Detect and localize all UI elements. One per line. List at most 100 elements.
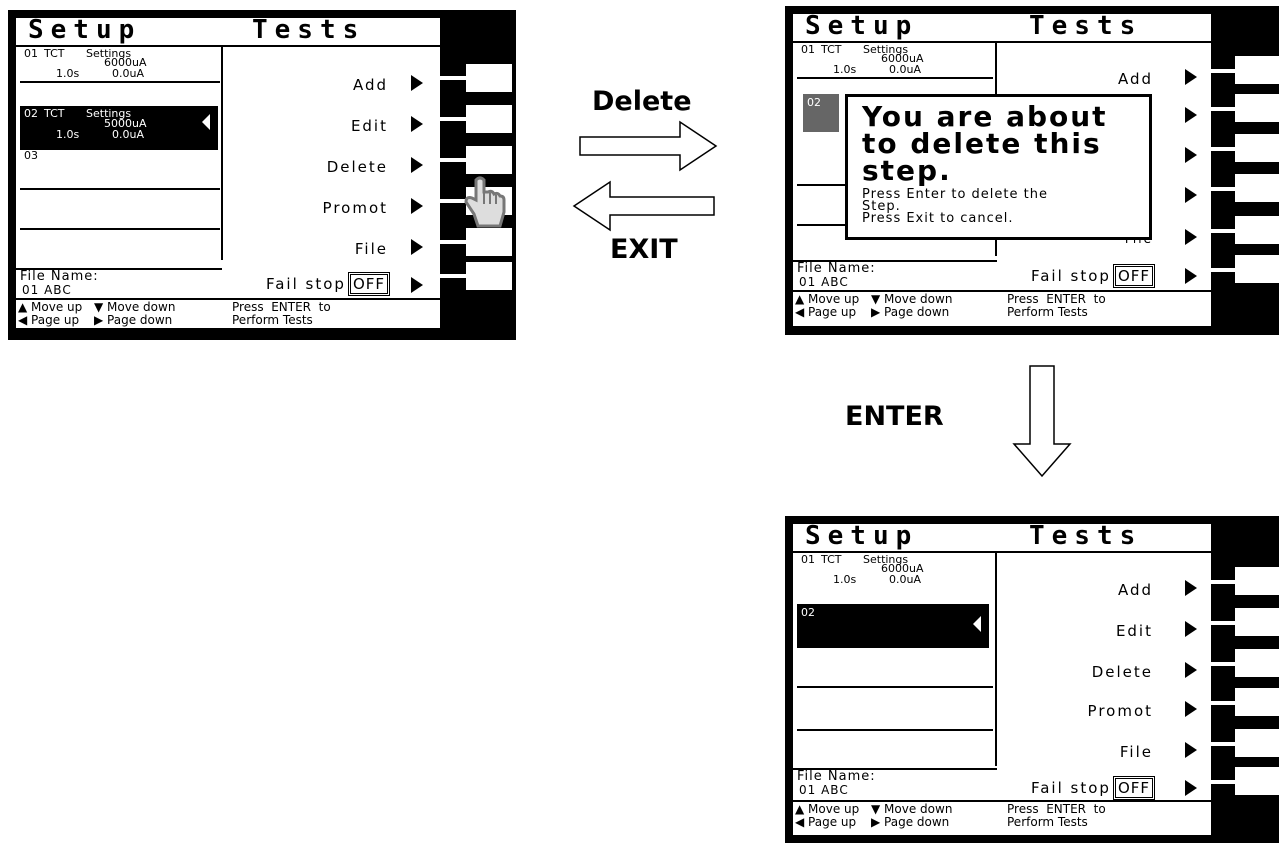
footer-text: Page down	[107, 313, 173, 327]
footer-text: Move up	[808, 292, 860, 306]
footer-text: Move up	[808, 802, 860, 816]
soft-key-edit[interactable]	[1235, 94, 1279, 122]
menu-add[interactable]: Add	[353, 76, 388, 94]
menu-add[interactable]: Add	[1118, 70, 1153, 88]
key-connector	[1211, 229, 1235, 233]
menu-fail-stop[interactable]: Fail stop OFF	[265, 272, 391, 296]
menu-file[interactable]: File	[355, 240, 388, 258]
triangle-right-icon	[1185, 69, 1197, 85]
device-screen-delete-confirm: Setup Tests 01 TCT Settings 6000uA 1.0s …	[785, 6, 1279, 335]
soft-key-fail-stop[interactable]	[1235, 767, 1279, 795]
triangle-right-icon	[1185, 187, 1197, 203]
soft-key-file[interactable]	[1235, 216, 1279, 244]
triangle-right-icon	[411, 116, 423, 132]
step-01[interactable]: 01 TCT Settings 6000uA 1.0s 0.0uA	[20, 48, 218, 80]
fail-stop-label: Fail stop	[265, 275, 346, 293]
lcd-display: Setup Tests 01 TCT Settings 6000uA 1.0s …	[16, 17, 440, 328]
key-connector	[1211, 69, 1235, 73]
step-low: 0.0uA	[112, 67, 144, 80]
step-03[interactable]: 03	[20, 148, 218, 188]
dialog-line-3: step.	[862, 154, 952, 187]
key-connector	[1211, 701, 1235, 705]
menu-edit[interactable]: Edit	[1116, 622, 1153, 640]
soft-key-file[interactable]	[466, 228, 512, 256]
menu-delete[interactable]: Delete	[1092, 663, 1153, 681]
step-01[interactable]: 01 TCT Settings 6000uA 1.0s 0.0uA	[797, 44, 995, 76]
footer-text: Move down	[884, 292, 953, 306]
soft-key-fail-stop[interactable]	[1235, 255, 1279, 283]
soft-key-add[interactable]	[466, 64, 512, 92]
menu-promot[interactable]: Promot	[1088, 702, 1153, 720]
divider	[797, 729, 993, 731]
footer-text: Page down	[884, 815, 950, 829]
step-time: 1.0s	[56, 67, 80, 80]
key-connector	[1211, 662, 1235, 666]
soft-key-edit[interactable]	[1235, 608, 1279, 636]
step-mode: TCT	[821, 43, 842, 56]
footer-text: Page up	[808, 305, 857, 319]
delete-confirm-dialog: You are about to delete this step. Press…	[845, 94, 1152, 240]
footer-page-up: ◀ Page up	[795, 815, 857, 829]
divider	[793, 551, 1211, 553]
step-low: 0.0uA	[112, 128, 144, 141]
triangle-right-icon	[1185, 701, 1197, 717]
soft-key-add[interactable]	[1235, 567, 1279, 595]
key-connector	[440, 240, 466, 244]
exit-label: EXIT	[610, 234, 678, 265]
footer-text: Move down	[884, 802, 953, 816]
menu-delete[interactable]: Delete	[327, 158, 388, 176]
step-low: 0.0uA	[889, 573, 921, 586]
fail-stop-label: Fail stop	[1030, 779, 1111, 797]
fail-stop-value: OFF	[1112, 776, 1156, 800]
step-number: 01	[24, 47, 38, 60]
step-mode: TCT	[44, 107, 65, 120]
file-name-label: File Name:	[797, 769, 876, 784]
soft-key-fail-stop[interactable]	[466, 262, 512, 290]
footer-page-up: ◀ Page up	[18, 313, 80, 327]
key-connector	[440, 117, 466, 121]
menu-fail-stop[interactable]: Fail stop OFF	[1030, 776, 1156, 800]
soft-key-edit[interactable]	[466, 105, 512, 133]
triangle-right-icon	[411, 277, 423, 293]
soft-key-delete[interactable]	[466, 146, 512, 174]
soft-key-promot[interactable]	[1235, 688, 1279, 716]
arrow-left-icon	[572, 180, 715, 232]
divider	[16, 45, 440, 47]
step-02-selected[interactable]: 02	[797, 604, 989, 648]
footer-perform-tests: Perform Tests	[1007, 305, 1088, 319]
soft-key-add[interactable]	[1235, 56, 1279, 84]
fail-stop-label: Fail stop	[1030, 267, 1111, 285]
divider	[793, 41, 1211, 43]
key-connector	[440, 76, 466, 80]
device-screen-after-delete: Setup Tests 01 TCT Settings 6000uA 1.0s …	[785, 516, 1279, 843]
step-number: 03	[24, 149, 38, 162]
tests-title: Tests	[1029, 521, 1143, 551]
soft-key-delete[interactable]	[1235, 134, 1279, 162]
menu-add[interactable]: Add	[1118, 581, 1153, 599]
setup-title: Setup	[805, 11, 919, 41]
menu-fail-stop[interactable]: Fail stop OFF	[1030, 264, 1156, 288]
soft-key-file[interactable]	[1235, 729, 1279, 757]
footer-page-down: ▶ Page down	[94, 313, 173, 327]
menu-edit[interactable]: Edit	[351, 117, 388, 135]
divider	[797, 77, 993, 79]
footer-text: Move down	[107, 300, 176, 314]
dialog-line-2: to delete this	[862, 127, 1102, 160]
file-name-value: 01 ABC	[22, 283, 72, 297]
footer-text: Page up	[808, 815, 857, 829]
soft-key-delete[interactable]	[1235, 649, 1279, 677]
menu-file[interactable]: File	[1120, 743, 1153, 761]
footer-perform-tests: Perform Tests	[232, 313, 313, 327]
soft-key-promot[interactable]	[1235, 174, 1279, 202]
key-connector	[1211, 621, 1235, 625]
step-02-selected[interactable]: 02 TCT Settings 5000uA 1.0s 0.0uA	[20, 106, 218, 150]
step-number: 02	[24, 107, 38, 120]
triangle-right-icon	[1185, 107, 1197, 123]
step-01[interactable]: 01 TCT Settings 6000uA 1.0s 0.0uA	[797, 554, 995, 586]
step-number: 01	[801, 553, 815, 566]
divider	[797, 686, 993, 688]
fail-stop-value: OFF	[347, 272, 391, 296]
menu-promot[interactable]: Promot	[323, 199, 388, 217]
footer-text: Page down	[884, 305, 950, 319]
divider	[20, 188, 220, 190]
